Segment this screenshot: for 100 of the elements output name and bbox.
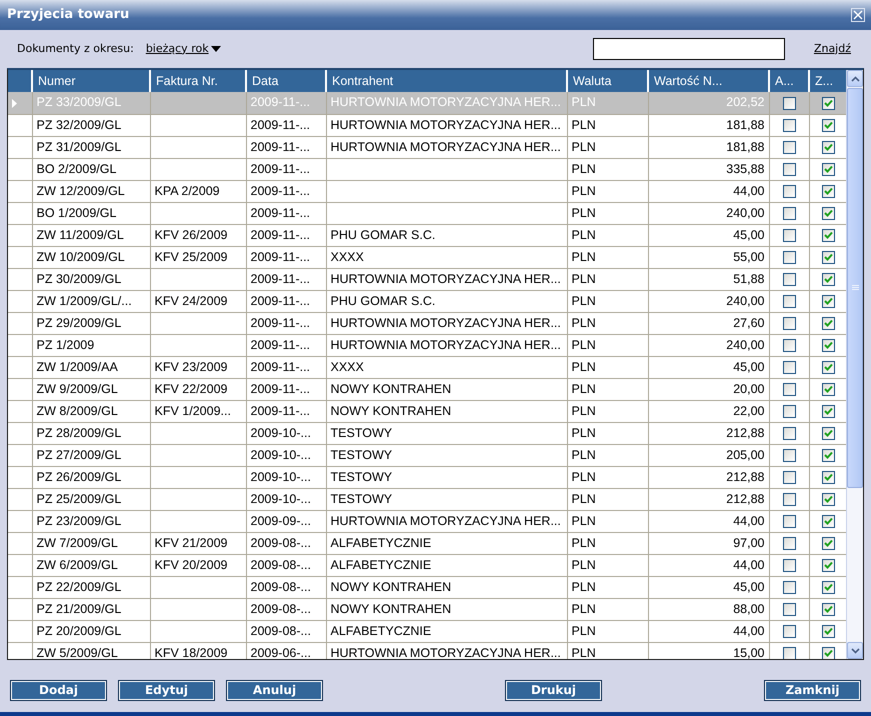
- table-cell: 88,00: [733, 602, 764, 616]
- table-cell: 2009-10-...: [250, 448, 311, 462]
- table-cell: HURTOWNIA MOTORYZACYJNA HER...: [330, 95, 561, 110]
- table-cell: PLN: [572, 382, 596, 396]
- checkbox[interactable]: [782, 140, 796, 154]
- scrollbar[interactable]: [846, 70, 863, 659]
- checkbox[interactable]: [782, 404, 796, 418]
- checkbox[interactable]: [822, 272, 834, 286]
- action-button[interactable]: Edytuj: [118, 680, 215, 700]
- table-cell: PLN: [572, 514, 596, 528]
- checkbox[interactable]: [822, 602, 834, 616]
- checkbox[interactable]: [782, 184, 796, 198]
- checkbox[interactable]: [822, 514, 834, 528]
- table-cell: 44,00: [733, 184, 764, 198]
- checkbox[interactable]: [822, 118, 834, 132]
- checkbox[interactable]: [782, 96, 796, 110]
- checkbox[interactable]: [782, 448, 796, 462]
- checkbox[interactable]: [822, 646, 834, 659]
- checkbox[interactable]: [782, 492, 796, 506]
- checkbox[interactable]: [822, 426, 834, 440]
- checkbox[interactable]: [822, 404, 834, 418]
- action-button[interactable]: Anuluj: [226, 680, 323, 700]
- column-header[interactable]: Kontrahent: [326, 70, 567, 92]
- checkbox[interactable]: [822, 140, 834, 154]
- checkbox[interactable]: [782, 580, 796, 594]
- checkbox[interactable]: [782, 514, 796, 528]
- table-cell: PHU GOMAR S.C.: [330, 228, 436, 242]
- table-cell: 2009-11-...: [250, 250, 310, 264]
- scroll-thumb[interactable]: [847, 88, 863, 488]
- table-cell: PZ 23/2009/GL: [36, 514, 122, 528]
- table-cell: PLN: [572, 140, 596, 154]
- checkbox[interactable]: [822, 580, 834, 594]
- checkbox[interactable]: [782, 382, 796, 396]
- checkbox[interactable]: [782, 206, 796, 220]
- checkbox[interactable]: [782, 426, 796, 440]
- checkbox[interactable]: [822, 492, 834, 506]
- table-cell: ZW 10/2009/GL: [36, 250, 125, 264]
- table-cell: XXXX: [330, 250, 364, 264]
- checkbox[interactable]: [782, 118, 796, 132]
- checkbox[interactable]: [822, 360, 834, 374]
- table-cell: PLN: [572, 95, 596, 110]
- checkbox[interactable]: [822, 206, 834, 220]
- checkbox[interactable]: [782, 470, 796, 484]
- column-header[interactable]: A...: [769, 70, 809, 92]
- checkbox[interactable]: [822, 316, 834, 330]
- table-cell: HURTOWNIA MOTORYZACYJNA HER...: [330, 514, 561, 528]
- checkbox[interactable]: [822, 338, 834, 352]
- table-cell: 15,00: [733, 646, 764, 659]
- search-field[interactable]: [592, 38, 785, 60]
- checkbox[interactable]: [822, 536, 834, 550]
- table-cell: PLN: [572, 426, 596, 440]
- checkbox[interactable]: [822, 448, 834, 462]
- checkbox[interactable]: [822, 96, 834, 110]
- table-cell: KFV 18/2009: [154, 646, 228, 659]
- checkbox[interactable]: [822, 250, 834, 264]
- checkbox[interactable]: [782, 602, 796, 616]
- table-cell: PLN: [572, 404, 596, 418]
- scroll-down-button[interactable]: [847, 642, 863, 659]
- scroll-up-button[interactable]: [847, 70, 863, 87]
- table-cell: 2009-08-...: [250, 558, 311, 572]
- table-cell: TESTOWY: [330, 470, 392, 484]
- checkbox[interactable]: [782, 360, 796, 374]
- table-cell: PZ 27/2009/GL: [36, 448, 122, 462]
- checkbox[interactable]: [782, 228, 796, 242]
- checkbox[interactable]: [822, 624, 834, 638]
- checkbox[interactable]: [822, 228, 834, 242]
- checkbox[interactable]: [822, 294, 834, 308]
- checkbox[interactable]: [782, 646, 796, 659]
- search-link[interactable]: Znajdź: [814, 40, 851, 58]
- checkbox[interactable]: [782, 294, 796, 308]
- column-header[interactable]: Faktura Nr.: [150, 70, 246, 92]
- checkbox[interactable]: [822, 162, 834, 176]
- close-button[interactable]: [851, 8, 865, 22]
- checkbox[interactable]: [822, 470, 834, 484]
- column-header[interactable]: Wartość N...: [648, 70, 769, 92]
- checkbox[interactable]: [782, 624, 796, 638]
- checkbox[interactable]: [822, 184, 834, 198]
- column-header[interactable]: Numer: [32, 70, 150, 92]
- period-dropdown[interactable]: bieżący rok: [146, 40, 221, 58]
- checkbox[interactable]: [782, 250, 796, 264]
- checkbox[interactable]: [782, 338, 796, 352]
- checkbox[interactable]: [782, 536, 796, 550]
- checkbox[interactable]: [782, 316, 796, 330]
- table-cell: KFV 1/2009...: [154, 404, 231, 418]
- action-button[interactable]: Zamknij: [764, 680, 861, 700]
- table-cell: 2009-11-...: [250, 184, 310, 198]
- action-button[interactable]: Dodaj: [10, 680, 107, 700]
- checkbox[interactable]: [782, 272, 796, 286]
- action-button[interactable]: Drukuj: [505, 680, 602, 700]
- table-cell: PLN: [572, 250, 596, 264]
- column-header[interactable]: Data: [246, 70, 326, 92]
- caret-up-icon: [850, 76, 860, 82]
- checkbox[interactable]: [782, 558, 796, 572]
- column-header[interactable]: Z...: [809, 70, 846, 92]
- column-header[interactable]: Waluta: [567, 70, 648, 92]
- table-cell: 45,00: [733, 580, 764, 594]
- checkbox[interactable]: [822, 558, 834, 572]
- checkbox[interactable]: [822, 382, 834, 396]
- table-cell: PLN: [572, 118, 596, 132]
- checkbox[interactable]: [782, 162, 796, 176]
